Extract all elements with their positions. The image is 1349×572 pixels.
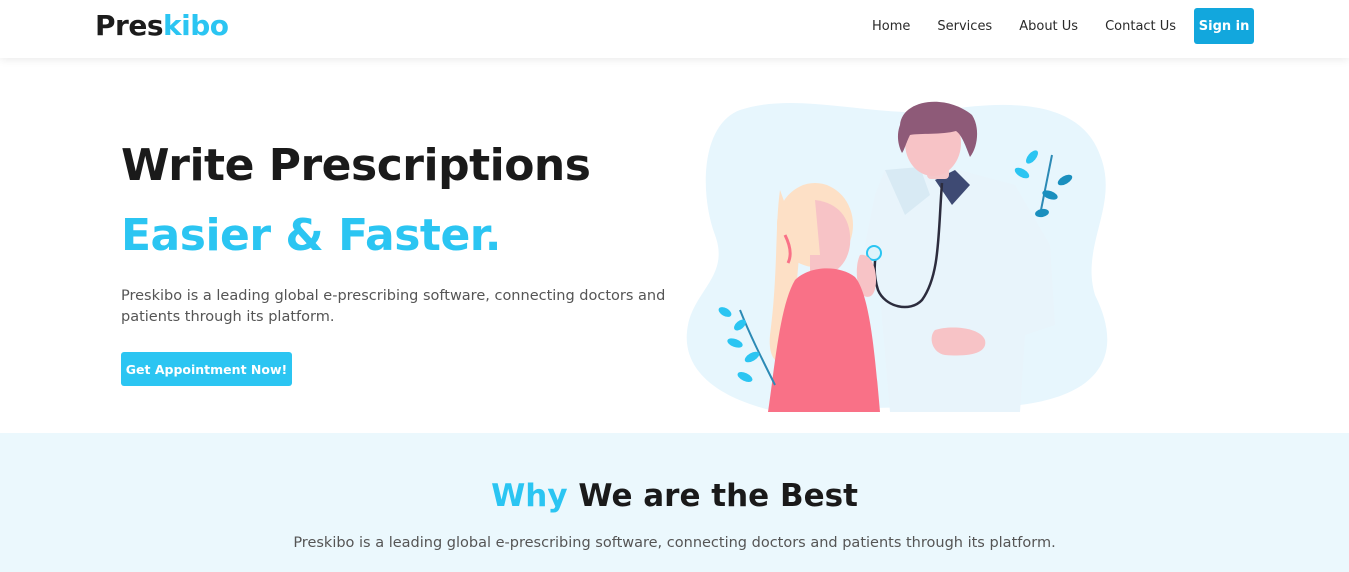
why-title: Why We are the Best xyxy=(0,476,1349,516)
site-header: Preskibo Home Services About Us Contact … xyxy=(0,0,1349,58)
nav-about-us[interactable]: About Us xyxy=(1019,19,1078,34)
brand-logo[interactable]: Preskibo xyxy=(95,8,229,44)
doctor-illustration xyxy=(686,101,1108,412)
hero-subtitle: Easier & Faster. xyxy=(121,210,501,261)
nav-contact-us[interactable]: Contact Us xyxy=(1105,19,1176,34)
logo-text-accent: kibo xyxy=(163,9,229,42)
nav-home[interactable]: Home xyxy=(872,19,910,34)
hero-description: Preskibo is a leading global e-prescribi… xyxy=(121,288,666,325)
why-title-rest: We are the Best xyxy=(578,478,858,514)
get-appointment-button[interactable]: Get Appointment Now! xyxy=(121,352,292,386)
why-title-accent: Why xyxy=(491,478,568,514)
nav-services[interactable]: Services xyxy=(937,19,992,34)
sign-in-button[interactable]: Sign in xyxy=(1194,8,1255,44)
logo-text-dark: Pres xyxy=(95,9,164,42)
why-description: Preskibo is a leading global e-prescribi… xyxy=(293,535,1056,551)
main-nav: Home Services About Us Contact Us Sign i… xyxy=(860,8,1255,44)
hero-title: Write Prescriptions xyxy=(121,140,591,191)
